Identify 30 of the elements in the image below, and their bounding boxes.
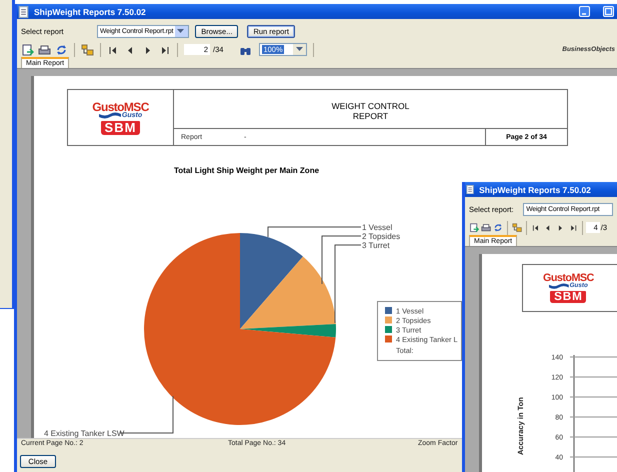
report-heading: REPORT <box>352 111 388 121</box>
print-icon[interactable] <box>38 44 51 56</box>
window-title: ShipWeight Reports 7.50.02 <box>479 184 591 194</box>
tree-icon[interactable] <box>512 222 522 232</box>
export-icon[interactable] <box>469 222 480 232</box>
report-heading: WEIGHT CONTROL <box>332 101 410 111</box>
caret-icon[interactable] <box>175 26 188 37</box>
document-icon[interactable] <box>17 6 30 18</box>
slice-label: 2 Topsides <box>362 232 400 241</box>
minimize-button[interactable] <box>579 6 590 17</box>
slice-label: 3 Turret <box>362 241 390 250</box>
wave-icon <box>548 282 569 289</box>
logo-mark: SBM <box>100 120 140 134</box>
logo-mark: SBM <box>550 290 586 304</box>
chart-title: Total Light Ship Weight per Main Zone <box>174 165 320 176</box>
print-icon[interactable] <box>481 222 492 232</box>
wave-icon <box>98 112 121 118</box>
tree-icon[interactable] <box>81 44 94 56</box>
refresh-icon[interactable] <box>493 222 504 232</box>
window-title: ShipWeight Reports 7.50.02 <box>34 6 146 16</box>
logo-wordmark: GustoMSC <box>92 100 149 112</box>
refresh-icon[interactable] <box>55 44 68 56</box>
slice-label: 4 Existing Tanker LSW <box>44 429 124 438</box>
document-icon[interactable] <box>465 184 476 194</box>
slice-label: 1 Vessel <box>362 223 392 232</box>
logo-wordmark: GustoMSC <box>543 272 594 284</box>
caret-icon[interactable] <box>293 44 306 55</box>
maximize-button[interactable] <box>603 6 614 17</box>
maximize-icon <box>604 7 613 16</box>
export-icon[interactable] <box>21 44 34 56</box>
